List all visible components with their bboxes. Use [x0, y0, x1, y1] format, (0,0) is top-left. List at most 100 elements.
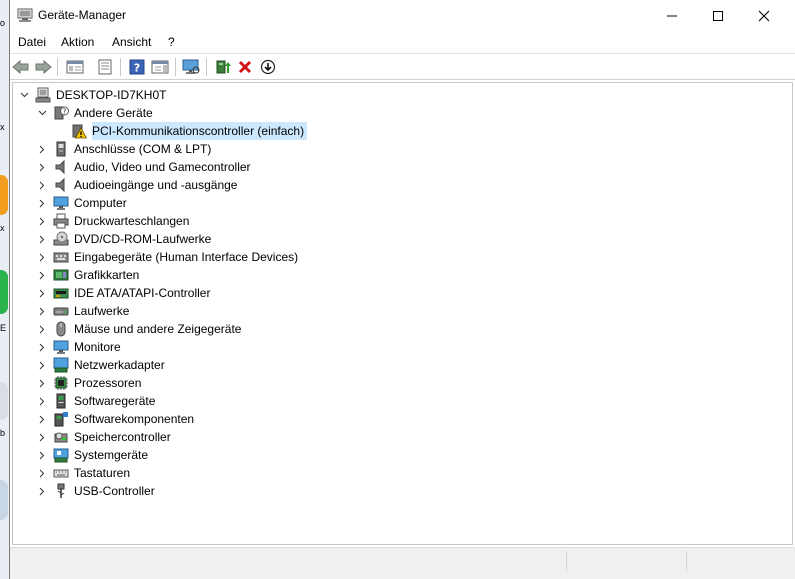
- desktop-icon[interactable]: [0, 270, 8, 314]
- desktop-text: x: [0, 223, 5, 233]
- properties-button[interactable]: [95, 57, 115, 77]
- chevron-right-icon[interactable]: [37, 410, 47, 428]
- tree-item-label: Prozessoren: [74, 376, 142, 390]
- display-adapter-icon: [53, 267, 69, 283]
- show-hide-console-tree-button[interactable]: [65, 57, 85, 77]
- menu-aktion[interactable]: Aktion: [61, 35, 94, 49]
- device-manager-window: Geräte-Manager Datei Aktion Ansicht ? ? …: [9, 0, 795, 579]
- tree-item-label: Softwarekomponenten: [74, 412, 195, 426]
- forward-button[interactable]: [33, 57, 53, 77]
- tree-item-label: Grafikkarten: [74, 268, 140, 282]
- menu-ansicht[interactable]: Ansicht: [112, 35, 151, 49]
- chevron-right-icon[interactable]: [37, 320, 47, 338]
- desktop-icon[interactable]: [0, 480, 8, 520]
- tree-item-category[interactable]: Laufwerke: [37, 302, 132, 320]
- tree-item-category[interactable]: Audioeingänge und -ausgänge: [37, 176, 240, 194]
- desktop-text: b: [0, 428, 6, 438]
- tree-item-category[interactable]: Mäuse und andere Zeigegeräte: [37, 320, 244, 338]
- tree-item-category[interactable]: Anschlüsse (COM & LPT): [37, 140, 214, 158]
- chevron-right-icon[interactable]: [37, 158, 47, 176]
- chevron-right-icon[interactable]: [37, 266, 47, 284]
- minimize-button[interactable]: [649, 0, 695, 31]
- tree-item-category[interactable]: Druckwarteschlangen: [37, 212, 192, 230]
- tree-item-category[interactable]: Netzwerkadapter: [37, 356, 168, 374]
- close-button[interactable]: [741, 0, 787, 31]
- tree-item-category[interactable]: Tastaturen: [37, 464, 133, 482]
- tree-item-category[interactable]: Eingabegeräte (Human Interface Devices): [37, 248, 301, 266]
- update-driver-button[interactable]: [213, 57, 233, 77]
- computer-icon: [35, 87, 51, 103]
- chevron-right-icon[interactable]: [37, 284, 47, 302]
- monitor-icon: [53, 339, 69, 355]
- tree-item-category[interactable]: USB-Controller: [37, 482, 158, 500]
- storage-controller-icon: [53, 429, 69, 445]
- chevron-right-icon[interactable]: [37, 482, 47, 500]
- tree-item-category[interactable]: Audio, Video und Gamecontroller: [37, 158, 254, 176]
- arrow-right-icon: [35, 59, 52, 75]
- menu-bar: Datei Aktion Ansicht ?: [10, 31, 795, 53]
- disable-device-button[interactable]: [258, 57, 278, 77]
- desktop-icon[interactable]: [0, 382, 8, 420]
- maximize-button[interactable]: [695, 0, 741, 31]
- dvd-drive-icon: [53, 231, 69, 247]
- tree-item-category[interactable]: Softwaregeräte: [37, 392, 158, 410]
- chevron-right-icon[interactable]: [37, 248, 47, 266]
- tree-item-category[interactable]: Softwarekomponenten: [37, 410, 197, 428]
- chevron-right-icon[interactable]: [37, 428, 47, 446]
- disk-drive-icon: [53, 303, 69, 319]
- tree-item-category[interactable]: Monitore: [37, 338, 124, 356]
- status-pane: [686, 551, 687, 571]
- chevron-right-icon[interactable]: [37, 194, 47, 212]
- chevron-right-icon[interactable]: [37, 464, 47, 482]
- chevron-right-icon[interactable]: [37, 212, 47, 230]
- tree-item-category[interactable]: Computer: [37, 194, 130, 212]
- action-pane-button[interactable]: [150, 57, 170, 77]
- desktop-icon[interactable]: [0, 175, 8, 215]
- warning-device-icon: [71, 123, 87, 139]
- chevron-down-icon[interactable]: [37, 104, 47, 122]
- tree-item-category[interactable]: Prozessoren: [37, 374, 144, 392]
- chevron-right-icon[interactable]: [37, 302, 47, 320]
- tree-item-label: Tastaturen: [74, 466, 131, 480]
- speaker-icon: [53, 177, 69, 193]
- desktop-text: E: [0, 323, 7, 333]
- chevron-right-icon[interactable]: [37, 338, 47, 356]
- unknown-device-icon: ?: [53, 105, 69, 121]
- title-bar[interactable]: Geräte-Manager: [10, 0, 795, 31]
- scan-hardware-button[interactable]: [181, 57, 201, 77]
- menu-datei[interactable]: Datei: [18, 35, 46, 49]
- chevron-right-icon[interactable]: [37, 176, 47, 194]
- tree-item-andere-geraete[interactable]: ? Andere Geräte: [37, 104, 156, 122]
- chevron-right-icon[interactable]: [37, 356, 47, 374]
- back-button[interactable]: [11, 57, 31, 77]
- window-title: Geräte-Manager: [38, 8, 127, 22]
- tree-item-pci-controller[interactable]: PCI-Kommunikationscontroller (einfach): [71, 122, 308, 140]
- minimize-icon: [667, 15, 677, 16]
- menu-help[interactable]: ?: [168, 35, 175, 49]
- tree-item-label: Computer: [74, 196, 127, 210]
- device-tree[interactable]: DESKTOP-ID7KH0T ? Andere Geräte PCI-Komm…: [12, 82, 793, 545]
- chevron-right-icon[interactable]: [37, 140, 47, 158]
- tree-item-category[interactable]: Grafikkarten: [37, 266, 142, 284]
- chevron-right-icon[interactable]: [37, 392, 47, 410]
- chevron-right-icon[interactable]: [37, 374, 47, 392]
- tree-item-category[interactable]: Speichercontroller: [37, 428, 174, 446]
- chevron-down-icon[interactable]: [19, 86, 29, 104]
- properties-icon: [98, 59, 112, 75]
- tree-item-category[interactable]: DVD/CD-ROM-Laufwerke: [37, 230, 214, 248]
- toolbar: ?: [10, 53, 795, 80]
- console-tree-icon: [66, 60, 84, 74]
- chevron-right-icon[interactable]: [37, 446, 47, 464]
- tree-root[interactable]: DESKTOP-ID7KH0T: [19, 86, 169, 104]
- help-button[interactable]: ?: [127, 57, 147, 77]
- chevron-right-icon[interactable]: [37, 230, 47, 248]
- desktop-text: o: [0, 18, 6, 28]
- tree-item-category[interactable]: Systemgeräte: [37, 446, 151, 464]
- software-component-icon: [53, 411, 69, 427]
- system-device-icon: [53, 447, 69, 463]
- tree-item-label: Softwaregeräte: [74, 394, 156, 408]
- uninstall-device-button[interactable]: [235, 57, 255, 77]
- monitor-scan-icon: [182, 59, 200, 74]
- tree-item-label: Mäuse und andere Zeigegeräte: [74, 322, 242, 336]
- tree-item-category[interactable]: IDE ATA/ATAPI-Controller: [37, 284, 213, 302]
